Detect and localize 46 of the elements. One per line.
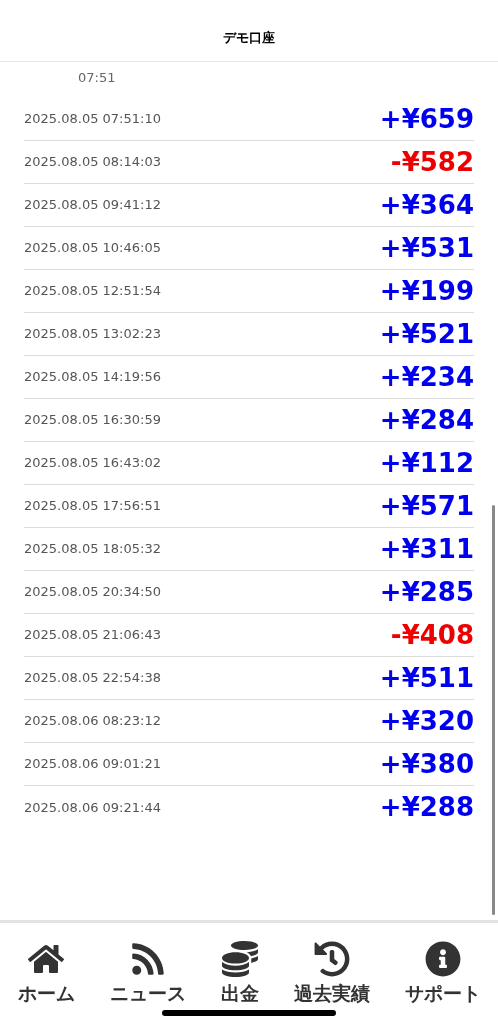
trade-amount: +¥571 [379, 489, 474, 523]
trade-amount: +¥112 [379, 446, 474, 480]
trade-time: 2025.08.05 08:14:03 [24, 153, 161, 172]
trade-time: 2025.08.05 14:19:56 [24, 368, 161, 387]
trade-amount: +¥364 [379, 188, 474, 222]
tab-button[interactable]: ホーム [17, 941, 75, 1008]
trade-time: 2025.08.05 22:54:38 [24, 669, 161, 688]
trade-amount: +¥511 [379, 661, 474, 695]
info-icon [424, 941, 461, 977]
trade-amount: -¥582 [390, 145, 474, 179]
trade-time: 2025.08.05 17:56:51 [24, 497, 161, 516]
trade-time: 2025.08.06 09:01:21 [24, 755, 161, 774]
trade-time: 2025.08.05 21:06:43 [24, 626, 161, 645]
trade-time: 2025.08.05 16:43:02 [24, 454, 161, 473]
trade-time: 2025.08.05 10:46:05 [24, 239, 161, 258]
scrollbar[interactable] [492, 505, 495, 915]
trade-time: 2025.08.05 12:51:54 [24, 282, 161, 301]
trade-time: 2025.08.06 08:23:12 [24, 712, 161, 731]
trade-time: 2025.08.05 13:02:23 [24, 325, 161, 344]
trade-amount: +¥284 [379, 403, 474, 437]
header-title: デモ口座 [223, 28, 275, 47]
tab-button[interactable]: サポート [404, 941, 481, 1008]
trade-amount: +¥311 [379, 532, 474, 566]
chart-axis-label: 07:51 [78, 69, 116, 87]
trade-time: 2025.08.06 09:21:44 [24, 798, 161, 817]
coins-icon [221, 941, 258, 977]
trade-amount: -¥408 [390, 618, 474, 652]
rss-icon [129, 941, 166, 977]
trade-time: 2025.08.05 18:05:32 [24, 540, 161, 559]
tab-button[interactable]: ニュース [109, 941, 186, 1008]
trade-amount: +¥199 [379, 274, 474, 308]
trade-amount: +¥288 [379, 791, 474, 824]
tab-button[interactable]: 過去実績 [293, 941, 370, 1008]
trade-amount: +¥521 [379, 317, 474, 351]
trade-time: 2025.08.05 07:51:10 [24, 110, 161, 129]
trade-time: 2025.08.05 16:30:59 [24, 411, 161, 430]
trade-time: 2025.08.05 09:41:12 [24, 196, 161, 215]
trade-amount: +¥234 [379, 360, 474, 394]
trade-time: 2025.08.05 20:34:50 [24, 583, 161, 602]
trade-amount: +¥285 [379, 575, 474, 609]
history-icon [313, 941, 350, 977]
trade-amount: +¥320 [379, 704, 474, 738]
trade-amount: +¥659 [379, 102, 474, 136]
tab-button[interactable]: 出金 [220, 941, 259, 1008]
trade-amount: +¥531 [379, 231, 474, 265]
trade-amount: +¥380 [379, 747, 474, 781]
